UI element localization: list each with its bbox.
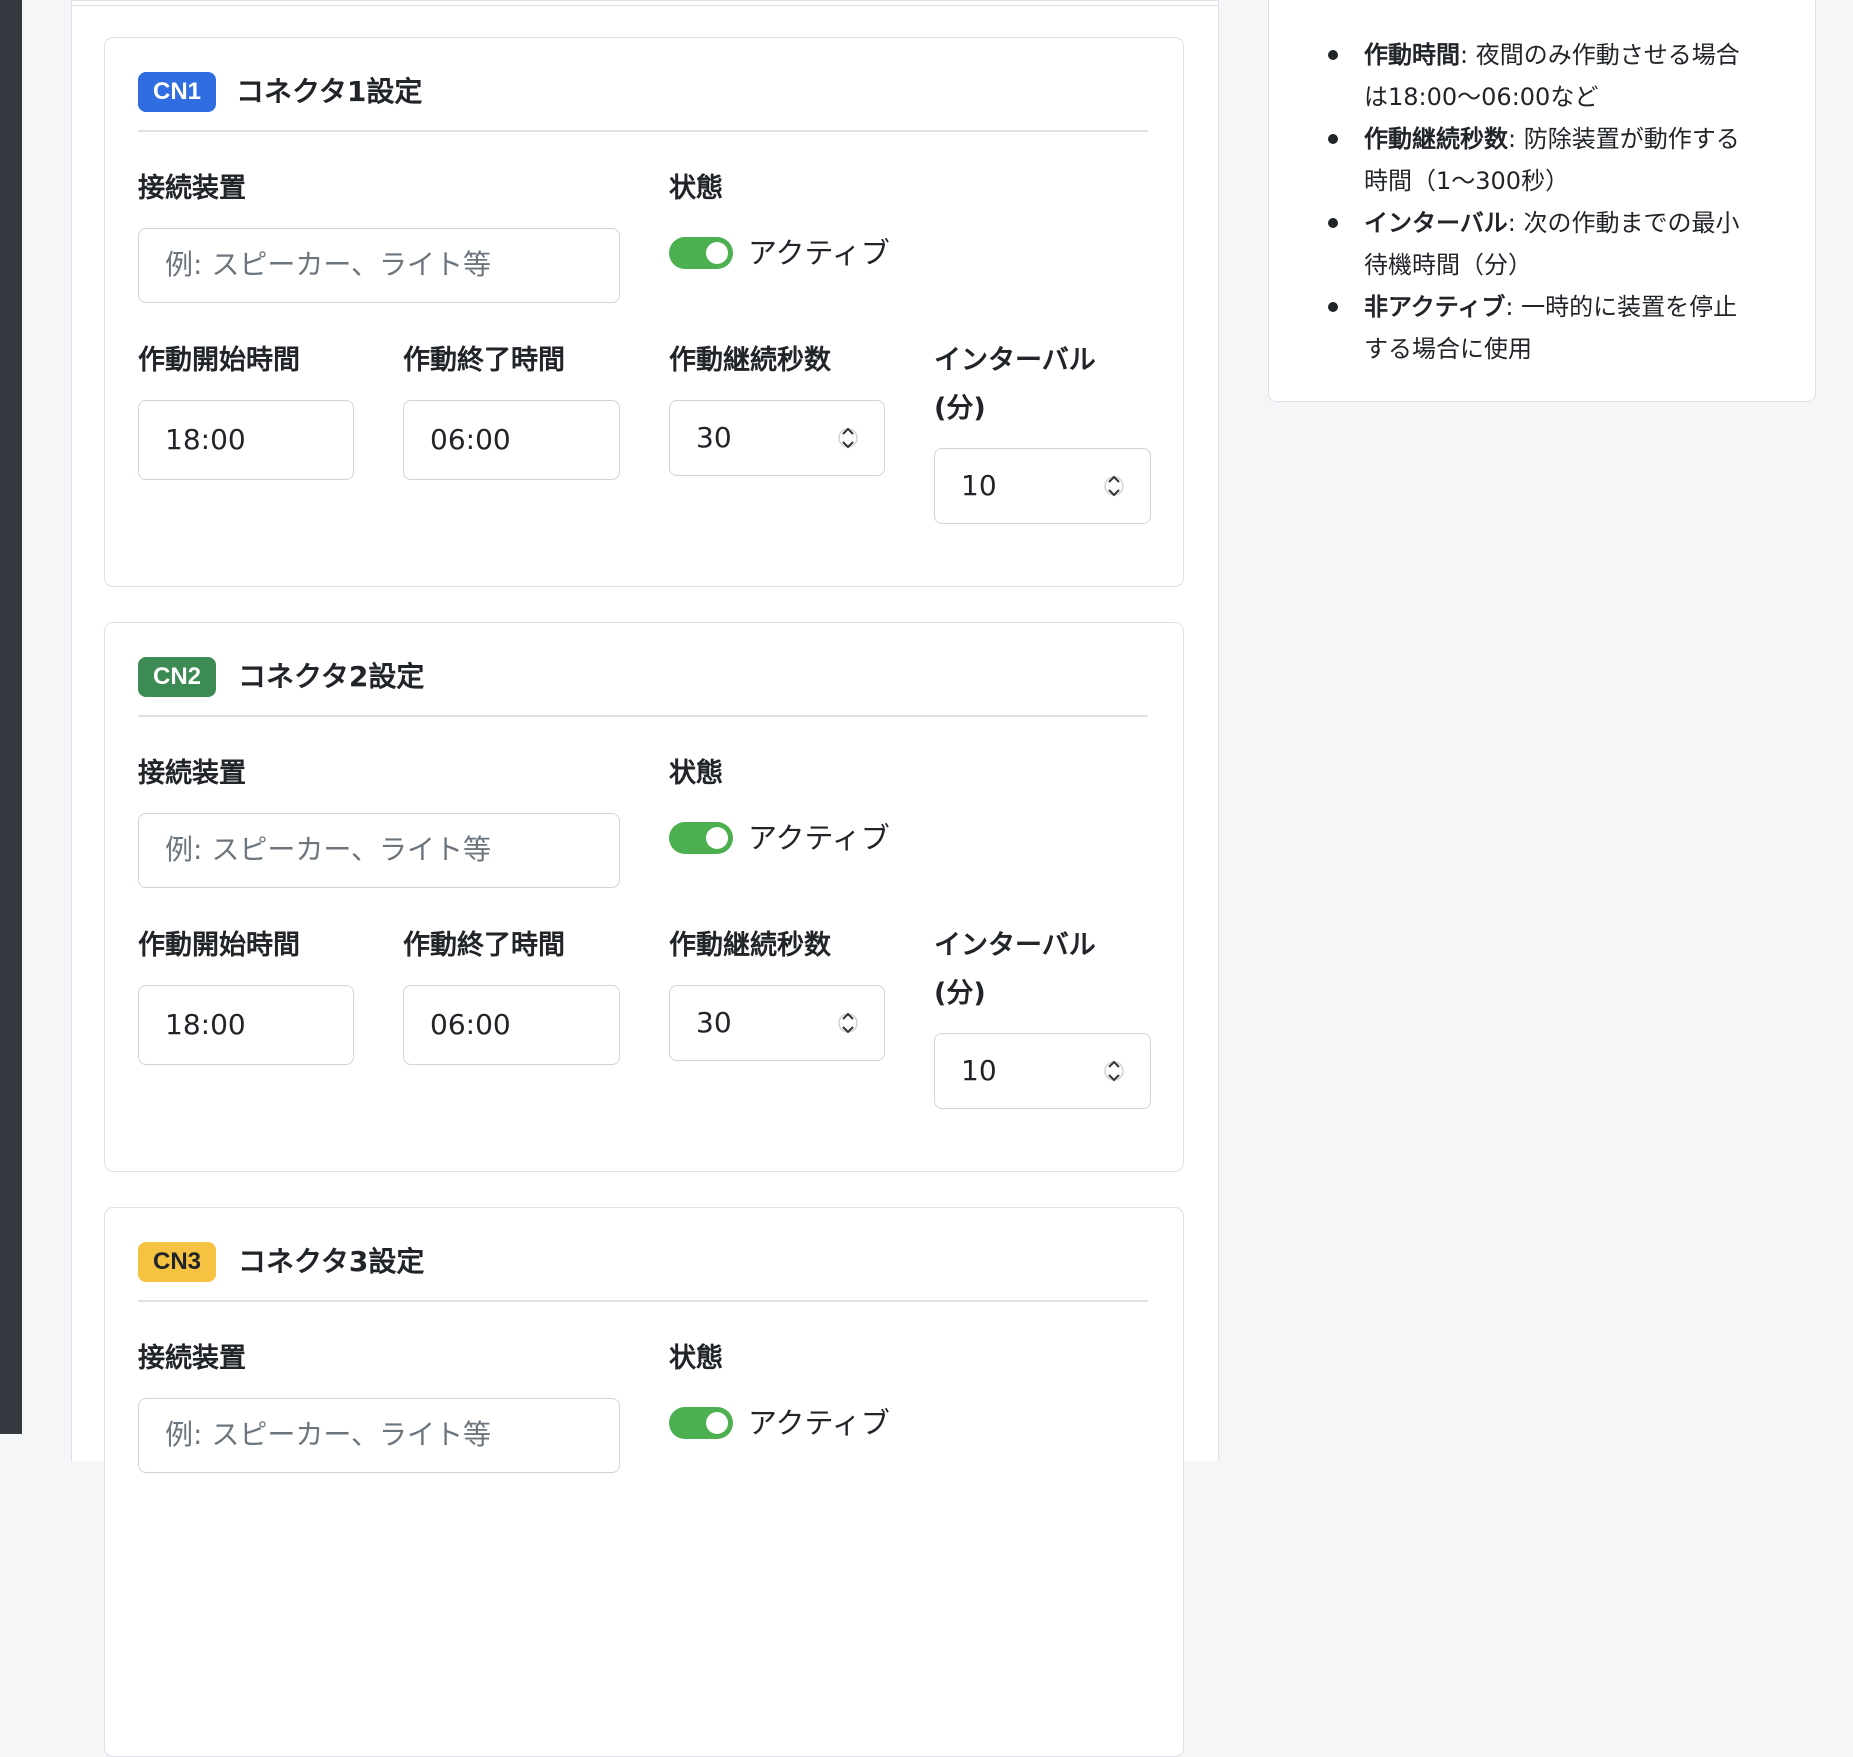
- interval-unit-label: (分): [934, 978, 986, 1009]
- spinner-arrows-icon[interactable]: [1104, 1054, 1124, 1088]
- interval-label: インターバル: [934, 345, 1096, 376]
- start-time-label: 作動開始時間: [138, 345, 300, 376]
- left-dark-strip: [0, 0, 22, 1434]
- duration-label: 作動継続秒数: [669, 345, 831, 376]
- interval-value: 10: [961, 1054, 997, 1087]
- status-label: 状態: [669, 1343, 723, 1374]
- connector-badge: CN3: [138, 1242, 217, 1282]
- device-input[interactable]: 例: スピーカー、ライト等: [138, 1398, 620, 1473]
- interval-unit-label: (分): [934, 393, 986, 424]
- connector-card-3: CN3 コネクタ3設定 接続装置 例: スピーカー、ライト等 状態 アクティブ: [104, 1207, 1184, 1757]
- device-placeholder: 例: スピーカー、ライト等: [165, 833, 492, 866]
- bullet-icon: [1328, 134, 1338, 144]
- spinner-arrows-icon[interactable]: [838, 1006, 858, 1040]
- help-term: 非アクティブ: [1364, 293, 1506, 321]
- end-time-value: 06:00: [430, 1008, 511, 1041]
- end-time-input[interactable]: 06:00: [403, 985, 620, 1065]
- help-desc: は18:00〜06:00など: [1364, 83, 1599, 111]
- connector-header: CN3 コネクタ3設定: [138, 1242, 1148, 1302]
- spinner-arrows-icon[interactable]: [1104, 469, 1124, 503]
- interval-stepper[interactable]: 10: [934, 448, 1151, 524]
- end-time-label: 作動終了時間: [403, 345, 565, 376]
- help-desc: : 次の作動までの最小: [1507, 209, 1740, 237]
- device-placeholder: 例: スピーカー、ライト等: [165, 1418, 492, 1451]
- end-time-input[interactable]: 06:00: [403, 400, 620, 480]
- help-card: 作動時間: 夜間のみ作動させる場合 は18:00〜06:00など 作動継続秒数: …: [1268, 0, 1816, 402]
- help-list: 作動時間: 夜間のみ作動させる場合 は18:00〜06:00など 作動継続秒数: …: [1328, 34, 1804, 370]
- help-item: インターバル: 次の作動までの最小待機時間（分）: [1328, 202, 1804, 286]
- help-desc: する場合に使用: [1364, 335, 1532, 363]
- help-term: 作動継続秒数: [1364, 125, 1508, 153]
- end-time-value: 06:00: [430, 423, 511, 456]
- duration-stepper[interactable]: 30: [669, 400, 885, 476]
- interval-stepper[interactable]: 10: [934, 1033, 1151, 1109]
- panel-top-divider: [72, 1, 1218, 6]
- status-toggle-label: アクティブ: [748, 1406, 890, 1440]
- bullet-icon: [1328, 302, 1338, 312]
- status-label: 状態: [669, 758, 723, 789]
- status-toggle[interactable]: [669, 822, 733, 854]
- help-desc: 待機時間（分）: [1364, 251, 1532, 279]
- interval-label: インターバル: [934, 930, 1096, 961]
- help-term: 作動時間: [1364, 41, 1460, 69]
- device-label: 接続装置: [138, 173, 246, 204]
- start-time-value: 18:00: [165, 1008, 246, 1041]
- duration-label: 作動継続秒数: [669, 930, 831, 961]
- help-term: インターバル: [1364, 209, 1508, 237]
- device-label: 接続装置: [138, 1343, 246, 1374]
- start-time-value: 18:00: [165, 423, 246, 456]
- status-toggle[interactable]: [669, 237, 733, 269]
- start-time-input[interactable]: 18:00: [138, 985, 354, 1065]
- start-time-label: 作動開始時間: [138, 930, 300, 961]
- connector-card-2: CN2 コネクタ2設定 接続装置 例: スピーカー、ライト等 状態 アクティブ …: [104, 622, 1184, 1172]
- help-item: 非アクティブ: 一時的に装置を停止する場合に使用: [1328, 286, 1804, 370]
- duration-value: 30: [696, 421, 732, 454]
- status-toggle-label: アクティブ: [748, 236, 890, 270]
- help-desc: : 夜間のみ作動させる場合: [1460, 41, 1740, 69]
- spinner-arrows-icon[interactable]: [838, 421, 858, 455]
- connector-title: コネクタ1設定: [236, 75, 423, 108]
- device-input[interactable]: 例: スピーカー、ライト等: [138, 813, 620, 888]
- status-toggle-label: アクティブ: [748, 821, 890, 855]
- end-time-label: 作動終了時間: [403, 930, 565, 961]
- status-toggle[interactable]: [669, 1407, 733, 1439]
- help-item: 作動時間: 夜間のみ作動させる場合は18:00〜06:00など: [1328, 34, 1804, 118]
- device-label: 接続装置: [138, 758, 246, 789]
- connector-badge: CN1: [138, 72, 217, 112]
- bullet-icon: [1328, 218, 1338, 228]
- connector-title: コネクタ2設定: [238, 660, 425, 693]
- start-time-input[interactable]: 18:00: [138, 400, 354, 480]
- connector-header: CN1 コネクタ1設定: [138, 72, 1148, 132]
- device-placeholder: 例: スピーカー、ライト等: [165, 248, 492, 281]
- help-item: 作動継続秒数: 防除装置が動作する時間（1〜300秒）: [1328, 118, 1804, 202]
- interval-value: 10: [961, 469, 997, 502]
- help-desc: : 一時的に装置を停止: [1505, 293, 1738, 321]
- connector-card-1: CN1 コネクタ1設定 接続装置 例: スピーカー、ライト等 状態 アクティブ …: [104, 37, 1184, 587]
- help-desc: : 防除装置が動作する: [1508, 125, 1740, 153]
- duration-value: 30: [696, 1006, 732, 1039]
- device-input[interactable]: 例: スピーカー、ライト等: [138, 228, 620, 303]
- bullet-icon: [1328, 50, 1338, 60]
- help-desc: 時間（1〜300秒）: [1364, 167, 1570, 195]
- connector-title: コネクタ3設定: [238, 1245, 425, 1278]
- connector-header: CN2 コネクタ2設定: [138, 657, 1148, 717]
- connector-badge: CN2: [138, 657, 217, 697]
- status-label: 状態: [669, 173, 723, 204]
- duration-stepper[interactable]: 30: [669, 985, 885, 1061]
